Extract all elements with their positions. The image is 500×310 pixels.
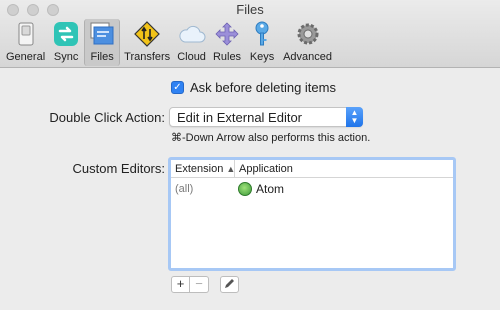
pencil-icon xyxy=(224,278,235,292)
double-click-action-label: Double Click Action: xyxy=(49,110,165,125)
sync-icon xyxy=(52,21,80,47)
double-click-hint: ⌘-Down Arrow also performs this action. xyxy=(171,132,371,144)
row-extension: (all) xyxy=(175,183,194,195)
popup-stepper-icon: ▲ ▼ xyxy=(346,107,363,127)
toolbar-item-cloud[interactable]: Cloud xyxy=(174,19,209,66)
ask-before-delete-label: Ask before deleting items xyxy=(190,80,336,95)
toolbar-item-sync[interactable]: Sync xyxy=(49,19,83,66)
toolbar: Files General Sync Files Transfers Cloud… xyxy=(0,0,500,68)
add-editor-button[interactable]: + xyxy=(171,276,190,293)
toolbar-item-label: General xyxy=(6,51,46,63)
gear-icon xyxy=(294,21,322,47)
ask-before-delete-checkbox[interactable]: ✓ xyxy=(171,81,184,94)
window-title: Files xyxy=(236,2,264,17)
preferences-window: Files General Sync Files Transfers Cloud… xyxy=(0,0,500,310)
column-header-application[interactable]: Application xyxy=(235,160,297,178)
column-header-extension[interactable]: Extension ▲ xyxy=(171,160,235,178)
toolbar-item-label: Files xyxy=(90,51,114,63)
remove-editor-button[interactable]: − xyxy=(190,276,209,293)
toolbar-item-keys[interactable]: Keys xyxy=(245,19,279,66)
switch-icon xyxy=(12,21,40,47)
edit-editor-button[interactable] xyxy=(220,276,239,293)
custom-editors-label: Custom Editors: xyxy=(72,161,165,176)
sort-ascending-icon: ▲ xyxy=(226,164,236,174)
table-row[interactable]: (all) Atom xyxy=(171,180,453,198)
toolbar-item-label: Keys xyxy=(249,51,275,63)
toolbar-item-label: Sync xyxy=(53,51,79,63)
custom-editors-table[interactable]: Extension ▲ Application (all) Atom xyxy=(168,157,456,271)
table-header: Extension ▲ Application xyxy=(171,160,453,178)
toolbar-item-general[interactable]: General xyxy=(3,19,48,66)
toolbar-item-label: Rules xyxy=(212,51,242,63)
row-application-name: Atom xyxy=(256,182,285,196)
atom-app-icon xyxy=(238,182,252,196)
double-click-action-value: Edit in External Editor xyxy=(177,110,303,125)
transfers-sign-icon xyxy=(133,21,161,47)
key-icon xyxy=(248,21,276,47)
toolbar-item-files[interactable]: Files xyxy=(84,19,121,66)
toolbar-item-label: Transfers xyxy=(124,51,171,63)
cloud-icon xyxy=(178,21,206,47)
add-remove-buttons: + − xyxy=(171,276,209,293)
toolbar-item-advanced[interactable]: Advanced xyxy=(280,19,335,66)
double-click-action-select[interactable]: Edit in External Editor ▲ ▼ xyxy=(169,107,363,127)
toolbar-item-rules[interactable]: Rules xyxy=(210,19,244,66)
toolbar-items: General Sync Files Transfers Cloud Rules… xyxy=(3,19,336,67)
toolbar-item-label: Cloud xyxy=(177,51,206,63)
ask-before-delete-row: ✓ Ask before deleting items xyxy=(171,80,336,95)
row-application: Atom xyxy=(235,182,284,196)
files-icon xyxy=(88,21,116,47)
toolbar-item-transfers[interactable]: Transfers xyxy=(121,19,173,66)
toolbar-item-label: Advanced xyxy=(283,51,332,63)
rules-arrows-icon xyxy=(213,21,241,47)
